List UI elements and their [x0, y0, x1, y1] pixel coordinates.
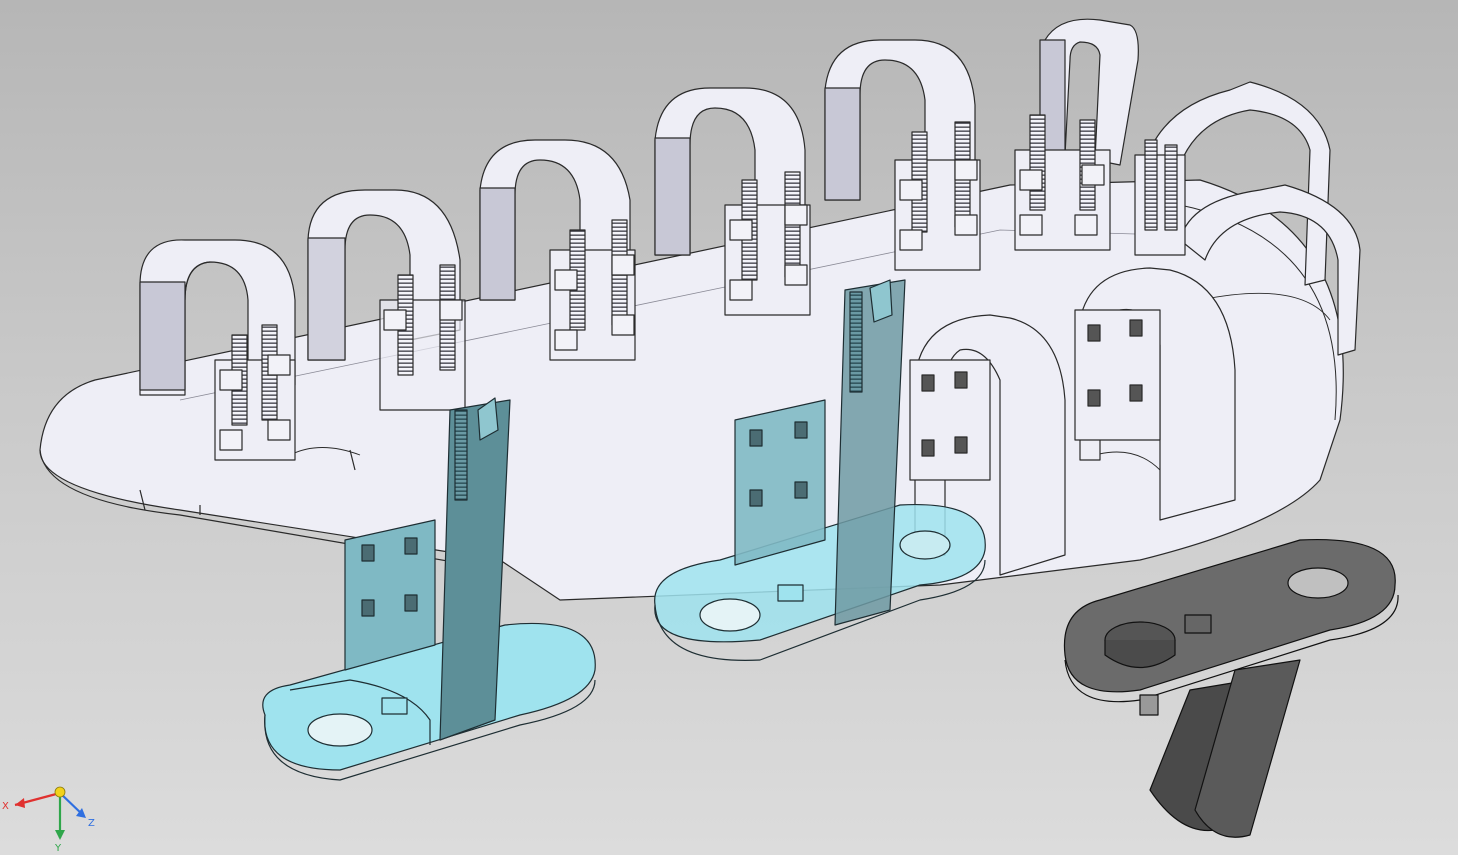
dark-part[interactable] [1063, 538, 1399, 838]
y-axis-label: Y [54, 843, 62, 854]
chain-assembly[interactable] [39, 18, 1361, 601]
cad-scene[interactable]: X Y Z [0, 0, 1458, 855]
3d-viewport[interactable]: X Y Z [0, 0, 1458, 855]
origin-icon [54, 786, 66, 798]
x-axis-label: X [2, 801, 9, 812]
z-axis-label: Z [88, 818, 95, 829]
coordinate-triad: X Y Z [2, 786, 95, 854]
